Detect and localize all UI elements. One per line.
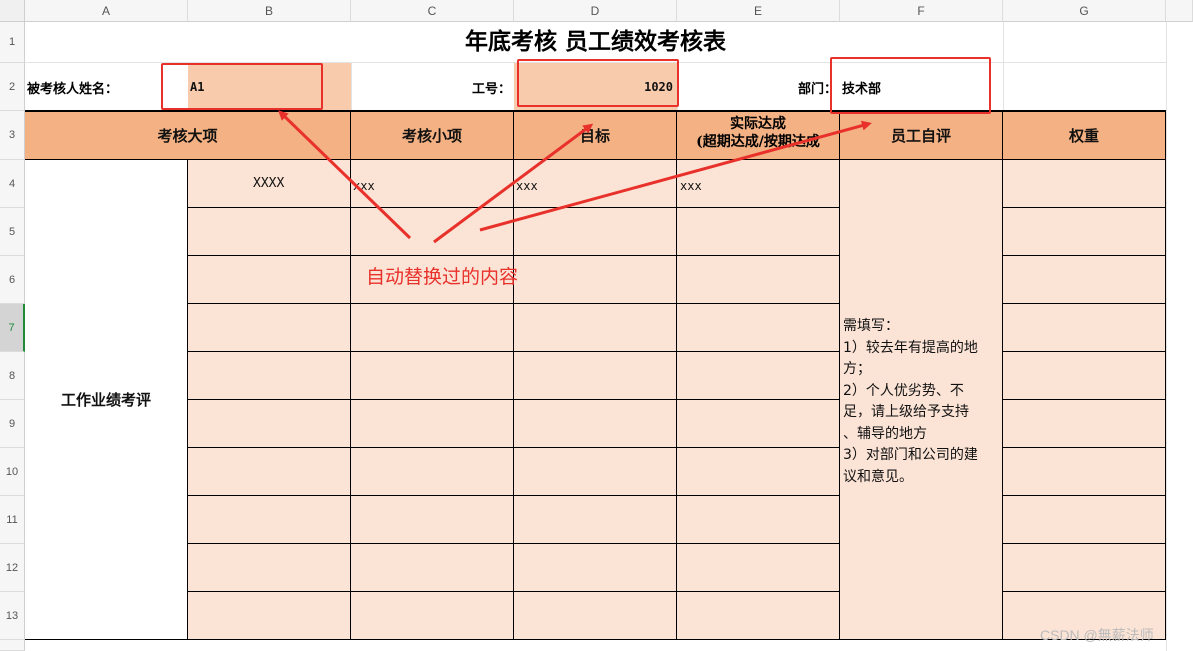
arrow-to-id bbox=[433, 123, 594, 244]
annotation-arrows bbox=[278, 110, 872, 244]
watermark: CSDN @無薪法师 bbox=[1040, 627, 1154, 643]
arrow-to-name bbox=[278, 110, 412, 240]
annotation-label: 自动替换过的内容 bbox=[366, 266, 519, 288]
arrow-to-dept bbox=[479, 120, 872, 232]
